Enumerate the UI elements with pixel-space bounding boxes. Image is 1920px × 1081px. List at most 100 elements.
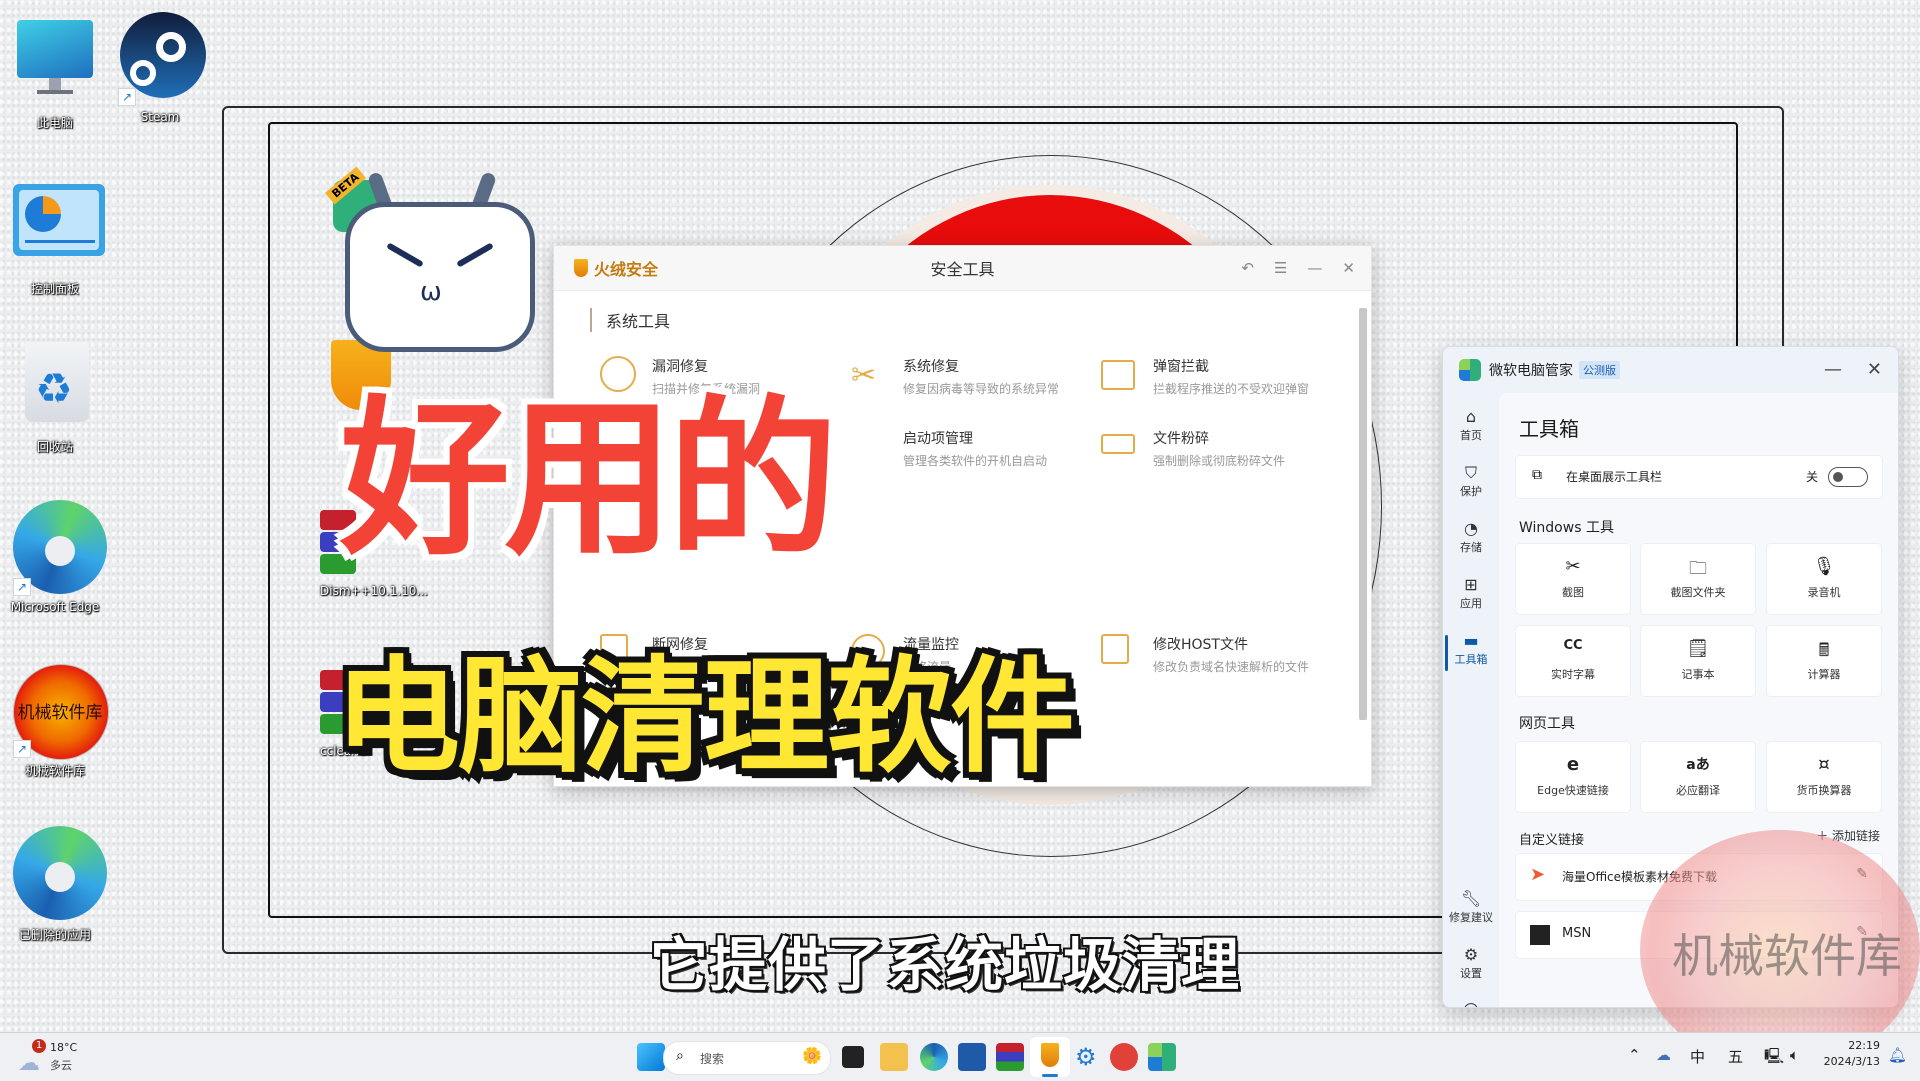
desktop-toolbar-setting: ⧉ 在桌面展示工具栏 关 (1515, 455, 1883, 499)
edge-icon: e (1566, 754, 1580, 775)
home-icon: ⌂ (1465, 407, 1477, 426)
file-explorer-icon[interactable] (880, 1043, 908, 1071)
monitor-icon (7, 14, 103, 110)
control-panel-icon (7, 180, 105, 276)
minimize-button[interactable]: — (1824, 359, 1842, 380)
video-subtitle: 它提供了系统垃圾清理 (650, 931, 1241, 999)
overlay-title-line2: 电脑清理软件 (335, 645, 1075, 790)
nav-storage[interactable]: ◔ 存储 (1443, 519, 1499, 555)
ime-mode[interactable]: 中 (1690, 1046, 1705, 1067)
bird-logo-icon: ➤ (1530, 864, 1546, 885)
volume-icon[interactable]: 🔈︎ (1790, 1046, 1799, 1064)
desktop-icon-edge[interactable]: ↗ Microsoft Edge (0, 500, 110, 614)
clock[interactable]: 22:19 2024/3/13 (1820, 1039, 1880, 1068)
custom-links-title: 自定义链接 (1519, 833, 1585, 848)
wrench-icon: 🔧︎ (1460, 889, 1482, 908)
edge-icon: ↗ (7, 500, 107, 596)
tool-file-shredder[interactable]: 文件粉碎 强制删除或彻底粉碎文件 (1101, 428, 1341, 478)
toolbox-icon: ▬ (1463, 631, 1479, 650)
nav-protection[interactable]: ⛉ 保护 (1443, 463, 1499, 499)
ccleaner-icon[interactable] (1110, 1043, 1138, 1071)
nav-settings[interactable]: ⚙ 设置 (1443, 945, 1499, 981)
nav-home[interactable]: ⌂ 首页 (1443, 407, 1499, 443)
pc-manager-titlebar[interactable]: 微软电脑管家 公测版 — ✕ (1443, 347, 1898, 393)
desktop-icon-jixie[interactable]: 机械软件库 ↗ 机械软件库 (0, 662, 110, 779)
web-tools-title: 网页工具 (1519, 716, 1575, 732)
close-button[interactable]: ✕ (1867, 359, 1882, 380)
tool-screenshot[interactable]: ✂ 截图 (1515, 543, 1631, 615)
folder-icon: 🗀 (1689, 558, 1707, 579)
pc-manager-logo-icon (1459, 359, 1481, 381)
desktop-icon-steam[interactable]: ↗ Steam (105, 10, 215, 124)
tool-screenshot-folder[interactable]: 🗀 截图文件夹 (1640, 543, 1756, 615)
calculator-icon: 🖩 (1818, 640, 1830, 661)
shortcut-arrow-icon: ↗ (13, 578, 31, 596)
menu-icon[interactable]: ☰ (1274, 259, 1287, 277)
popup-block-icon (1101, 356, 1141, 396)
currency-icon: ¤ (1818, 754, 1830, 775)
desktop-icon-control-panel[interactable]: 控制面板 (0, 180, 110, 297)
overlay-title-line1: 好用的 (340, 381, 838, 579)
task-view-icon[interactable] (842, 1046, 864, 1068)
toolbar-icon: ⧉ (1532, 467, 1542, 483)
desktop-icon-this-pc[interactable]: 此电脑 (0, 14, 110, 131)
host-file-icon (1101, 634, 1141, 674)
nav-apps[interactable]: ⊞ 应用 (1443, 575, 1499, 611)
ime-wubi[interactable]: 五 (1728, 1046, 1743, 1067)
show-hidden-icons[interactable]: ⌃ (1628, 1046, 1641, 1064)
shortcut-arrow-icon: ↗ (118, 88, 136, 106)
tool-calculator[interactable]: 🖩 计算器 (1766, 625, 1882, 697)
tool-popup-block[interactable]: 弹窗拦截 拦截程序推送的不受欢迎弹窗 (1101, 356, 1341, 406)
edge-taskbar-icon[interactable] (920, 1043, 948, 1071)
close-button[interactable]: ✕ (1342, 259, 1355, 277)
tool-host-file[interactable]: 修改HOST文件 修改负责域名快速解析的文件 (1101, 634, 1341, 684)
start-button[interactable] (637, 1043, 665, 1071)
onedrive-icon[interactable]: ☁ (1656, 1046, 1671, 1064)
tool-currency-converter[interactable]: ¤ 货币换算器 (1766, 741, 1882, 813)
winrar-taskbar-icon[interactable] (996, 1043, 1024, 1071)
notification-bell-icon[interactable]: 🔔︎ (1888, 1046, 1907, 1064)
huorong-logo-icon (574, 259, 588, 277)
app-name: 微软电脑管家 (1489, 363, 1573, 379)
huorong-brand: 火绒安全 (594, 260, 659, 279)
desktop-icon-recycle-bin[interactable]: ♻ 回收站 (0, 338, 110, 455)
startup-icon (851, 428, 891, 468)
notification-badge: 1 (32, 1039, 46, 1053)
huorong-taskbar-icon[interactable] (1030, 1037, 1070, 1077)
microphone-icon: 🎙 (1812, 556, 1836, 577)
tool-system-repair[interactable]: ✂ 系统修复 修复因病毒等导致的系统异常 (851, 356, 1091, 406)
settings-gear-icon[interactable]: ⚙ (1075, 1043, 1103, 1071)
section-title: 系统工具 (590, 308, 670, 332)
steam-icon: ↗ (112, 10, 208, 106)
jixie-logo-icon: 机械软件库 ↗ (7, 662, 109, 760)
desktop-icon-deleted-app[interactable]: 已删除的应用 (0, 826, 110, 943)
tool-edge-quick-links[interactable]: e Edge快速链接 (1515, 741, 1631, 813)
store-icon[interactable] (958, 1043, 986, 1071)
pie-chart-icon: ◔ (1464, 519, 1478, 538)
repair-tools-icon: ✂ (851, 358, 877, 393)
back-icon[interactable]: ↶ (1241, 259, 1254, 277)
tool-notepad[interactable]: 🗒 记事本 (1640, 625, 1756, 697)
nav-toolbox[interactable]: ▬ 工具箱 (1443, 631, 1499, 671)
page-title: 工具箱 (1519, 417, 1579, 441)
taskbar-search[interactable]: ⌕ 搜索 🌼 (663, 1041, 831, 1075)
tool-live-captions[interactable]: CC 实时字幕 (1515, 625, 1631, 697)
network-icon[interactable]: 🖳 (1764, 1046, 1784, 1071)
translate-icon: aあ (1686, 757, 1710, 773)
tool-recorder[interactable]: 🎙 录音机 (1766, 543, 1882, 615)
huorong-titlebar[interactable]: 火绒安全 安全工具 ↶ ☰ — ✕ (554, 246, 1371, 291)
tool-startup-manager[interactable]: 启动项管理 管理各类软件的开机自启动 (851, 428, 1091, 478)
nav-feedback[interactable]: ☺反馈 (1443, 1001, 1499, 1007)
scrollbar[interactable] (1359, 308, 1367, 720)
desktop-toolbar-toggle[interactable] (1828, 467, 1868, 487)
msn-logo-icon (1530, 925, 1550, 945)
tool-bing-translate[interactable]: aあ 必应翻译 (1640, 741, 1756, 813)
taskbar: ☁ 1 18°C 多云 ⌕ 搜索 🌼 ⚙ ⌃ ☁ 中 五 🖳 🔈︎ 22:19 … (0, 1032, 1920, 1081)
pc-manager-taskbar-icon[interactable] (1148, 1043, 1176, 1071)
feedback-icon: ☺ (1443, 1001, 1499, 1007)
shortcut-arrow-icon: ↗ (13, 740, 31, 758)
edge-icon (7, 826, 107, 922)
gear-icon: ⚙ (1463, 945, 1479, 964)
minimize-button[interactable]: — (1307, 259, 1322, 277)
nav-repair-suggestions[interactable]: 🔧︎ 修复建议 (1443, 889, 1499, 925)
